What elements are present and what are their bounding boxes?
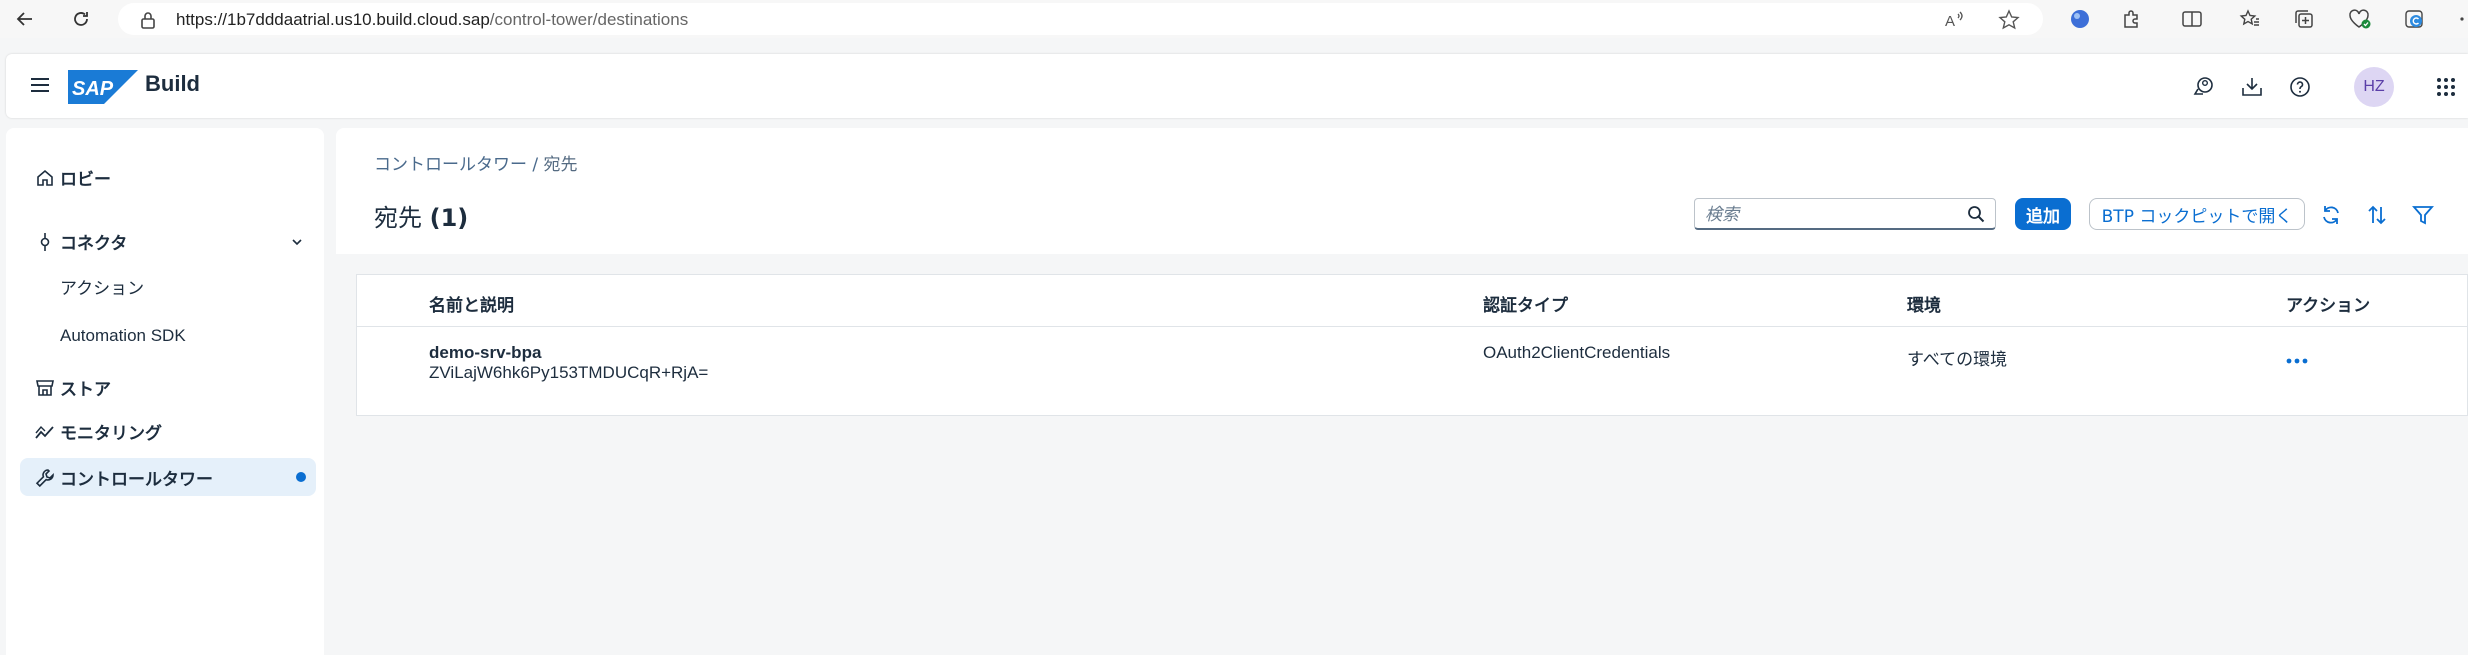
svg-text:A: A: [1945, 13, 1955, 30]
column-header-name: 名前と説明: [429, 296, 514, 316]
back-arrow-icon: [16, 12, 32, 26]
destination-name[interactable]: demo-srv-bpa: [429, 343, 541, 363]
trend-chart-icon: [35, 422, 55, 442]
sap-logo[interactable]: SAP: [68, 70, 138, 104]
sidebar-item-label: ロビー: [60, 169, 111, 190]
sidebar-item-label: コネクタ: [60, 233, 128, 254]
inbox-download-icon[interactable]: [2238, 73, 2266, 101]
sap-logo-text: SAP: [72, 78, 114, 100]
back-button[interactable]: [4, 0, 46, 38]
page-header: コントロールタワー / 宛先 宛先 (1) 追加 BTP コックピットで開く: [336, 128, 2468, 254]
extensions-puzzle-icon[interactable]: [2120, 7, 2144, 31]
favorite-star-icon[interactable]: [1998, 9, 2020, 35]
sidebar-item-store[interactable]: ストア: [20, 368, 316, 406]
sidebar-item-label: ストア: [60, 379, 111, 400]
collections-icon[interactable]: [2292, 7, 2316, 31]
wrench-icon: [35, 468, 55, 488]
shell-header: SAP Build HZ: [6, 54, 2468, 118]
globe-extension-icon[interactable]: [2068, 7, 2092, 31]
more-menu-icon[interactable]: [2450, 7, 2468, 31]
home-icon: [35, 168, 55, 188]
user-avatar[interactable]: HZ: [2354, 67, 2394, 107]
active-indicator-dot: [296, 472, 306, 482]
address-bar[interactable]: https://1b7dddaatrial.us10.build.cloud.s…: [118, 3, 2043, 35]
page-title-text: 宛先: [374, 204, 422, 232]
sidebar-item-control-tower[interactable]: コントロールタワー: [20, 458, 316, 496]
page-title-count: (1): [429, 204, 469, 232]
search-input[interactable]: [1705, 203, 1955, 227]
product-switch-grid-icon[interactable]: [2432, 73, 2460, 101]
breadcrumb-link-control-tower[interactable]: コントロールタワー: [374, 155, 527, 175]
url-text: https://1b7dddaatrial.us10.build.cloud.s…: [176, 10, 688, 30]
sidebar-subitem-actions[interactable]: アクション: [60, 274, 144, 299]
sidebar-item-monitoring[interactable]: モニタリング: [20, 412, 316, 450]
url-host: https://1b7dddaatrial.us10.build.cloud.s…: [176, 10, 490, 29]
sidebar-subitem-automation-sdk[interactable]: Automation SDK: [60, 326, 186, 346]
app-title: Build: [145, 71, 200, 96]
filter-icon[interactable]: [2410, 202, 2436, 228]
destinations-table: 名前と説明 認証タイプ 環境 アクション demo-srv-bpa ZViLaj…: [356, 274, 2468, 416]
search-icon[interactable]: [1967, 205, 1985, 227]
sidebar-item-label: コントロールタワー: [60, 469, 213, 490]
breadcrumb-current: 宛先: [543, 155, 578, 175]
destination-description: ZViLajW6hk6Py153TMDUCqR+RjA=: [429, 363, 709, 382]
favorites-icon[interactable]: [2238, 7, 2262, 31]
column-header-environment: 環境: [1907, 296, 1941, 316]
breadcrumb-separator: /: [527, 155, 544, 175]
search-field[interactable]: [1694, 198, 1996, 230]
split-screen-icon[interactable]: [2180, 7, 2204, 31]
refresh-list-icon[interactable]: [2318, 202, 2344, 228]
refresh-icon: [74, 12, 88, 26]
chevron-down-icon[interactable]: [290, 234, 304, 253]
read-aloud-icon[interactable]: A: [1943, 9, 1965, 35]
sidebar-item-lobby[interactable]: ロビー: [20, 158, 316, 196]
open-in-btp-cockpit-button[interactable]: BTP コックピットで開く: [2089, 198, 2305, 230]
notifications-icon[interactable]: [2190, 73, 2218, 101]
sidebar-item-connectors[interactable]: コネクタ: [20, 222, 316, 260]
store-icon: [35, 378, 55, 398]
lock-icon: [140, 11, 156, 33]
side-navigation: ロビー コネクタ アクション Automation SDK ストア モニタリング…: [6, 128, 324, 655]
browser-toolbar: https://1b7dddaatrial.us10.build.cloud.s…: [0, 0, 2468, 38]
more-actions-icon[interactable]: [2285, 351, 2309, 370]
connector-icon: [35, 232, 55, 252]
main-content: コントロールタワー / 宛先 宛先 (1) 追加 BTP コックピットで開く 名…: [336, 128, 2468, 655]
refresh-button[interactable]: [60, 0, 102, 38]
menu-hamburger-icon[interactable]: [30, 76, 50, 98]
column-header-actions: アクション: [2286, 296, 2371, 316]
page-title: 宛先 (1): [374, 198, 468, 233]
table-header-row: 名前と説明 認証タイプ 環境 アクション: [357, 275, 2467, 327]
add-button[interactable]: 追加: [2015, 198, 2071, 230]
column-header-auth-type: 認証タイプ: [1483, 296, 1568, 316]
sidebar-item-label: モニタリング: [60, 423, 162, 444]
help-icon[interactable]: [2286, 73, 2314, 101]
sort-icon[interactable]: [2364, 202, 2390, 228]
url-path: /control-tower/destinations: [489, 10, 689, 29]
auth-type-value: OAuth2ClientCredentials: [1483, 343, 1671, 362]
browser-essentials-icon[interactable]: [2348, 7, 2372, 31]
copilot-icon[interactable]: [2402, 7, 2426, 31]
breadcrumb: コントロールタワー / 宛先: [374, 150, 578, 175]
environment-value: すべての環境: [1907, 350, 2008, 370]
